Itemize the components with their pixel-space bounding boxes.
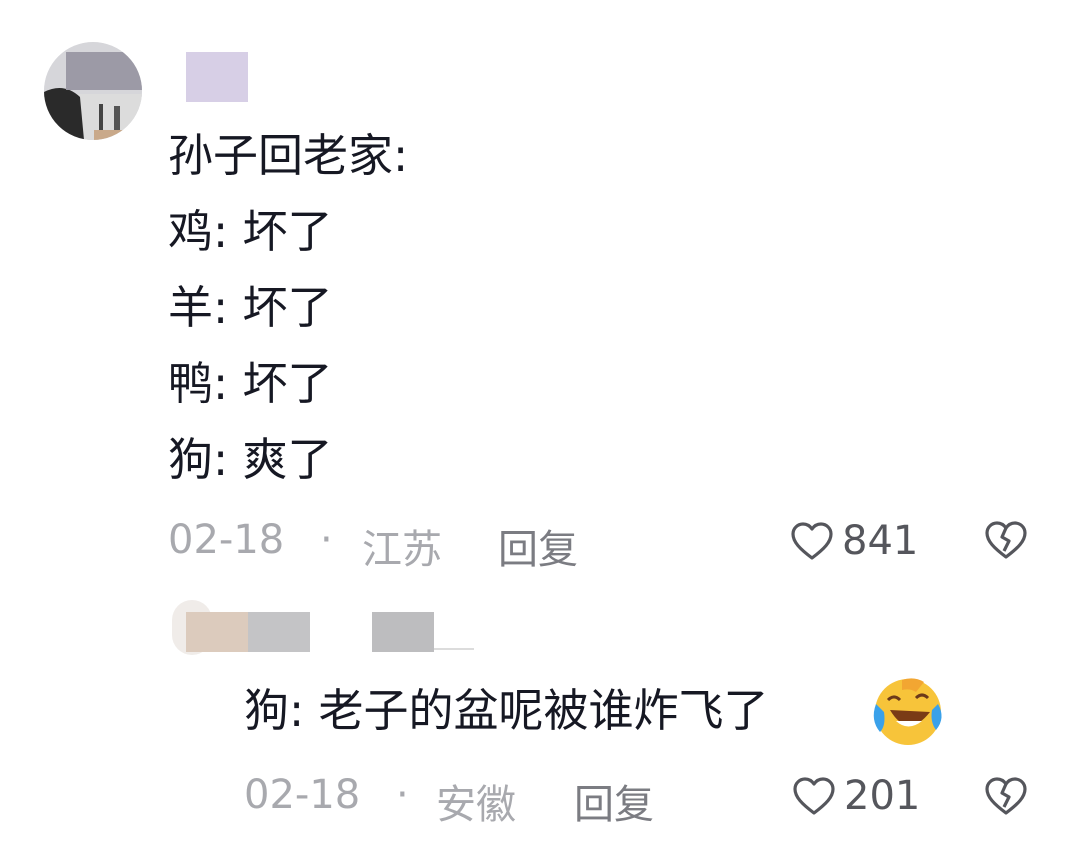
separator-dot: · bbox=[396, 772, 409, 818]
comment-date: 02-18 bbox=[168, 517, 285, 563]
broken-heart-icon bbox=[984, 520, 1028, 560]
comment-line: 鸡: 坏了 bbox=[168, 205, 333, 258]
comment-date: 02-18 bbox=[244, 772, 361, 818]
comment-location: 江苏 bbox=[362, 527, 442, 573]
username-blur[interactable] bbox=[186, 612, 248, 652]
username-blur[interactable] bbox=[186, 52, 248, 102]
comment-text: 狗: 老子的盆呢被谁炸飞了 bbox=[244, 684, 769, 737]
avatar[interactable] bbox=[44, 42, 142, 140]
divider bbox=[434, 648, 474, 650]
dislike-button[interactable] bbox=[984, 776, 1028, 816]
like-count: 201 bbox=[844, 773, 921, 819]
reply-button[interactable]: 回复 bbox=[498, 517, 578, 575]
comment-line: 鸭: 坏了 bbox=[168, 357, 333, 410]
heart-icon bbox=[790, 521, 834, 561]
comment-location: 安徽 bbox=[436, 782, 516, 828]
like-count: 841 bbox=[842, 518, 919, 564]
comment-line: 孙子回老家: bbox=[168, 129, 409, 182]
comment-line: 羊: 坏了 bbox=[168, 281, 333, 334]
like-button[interactable]: 841 bbox=[790, 518, 918, 564]
separator-dot: · bbox=[320, 517, 333, 563]
reply-button[interactable]: 回复 bbox=[574, 772, 654, 830]
broken-heart-icon bbox=[984, 776, 1028, 816]
username-blur bbox=[372, 612, 434, 652]
laughing-with-tears-emoji-icon bbox=[866, 674, 946, 748]
comment-line: 狗: 爽了 bbox=[168, 433, 333, 486]
like-button[interactable]: 201 bbox=[792, 773, 920, 819]
username-blur bbox=[248, 612, 310, 652]
heart-icon bbox=[792, 776, 836, 816]
dislike-button[interactable] bbox=[984, 520, 1028, 560]
